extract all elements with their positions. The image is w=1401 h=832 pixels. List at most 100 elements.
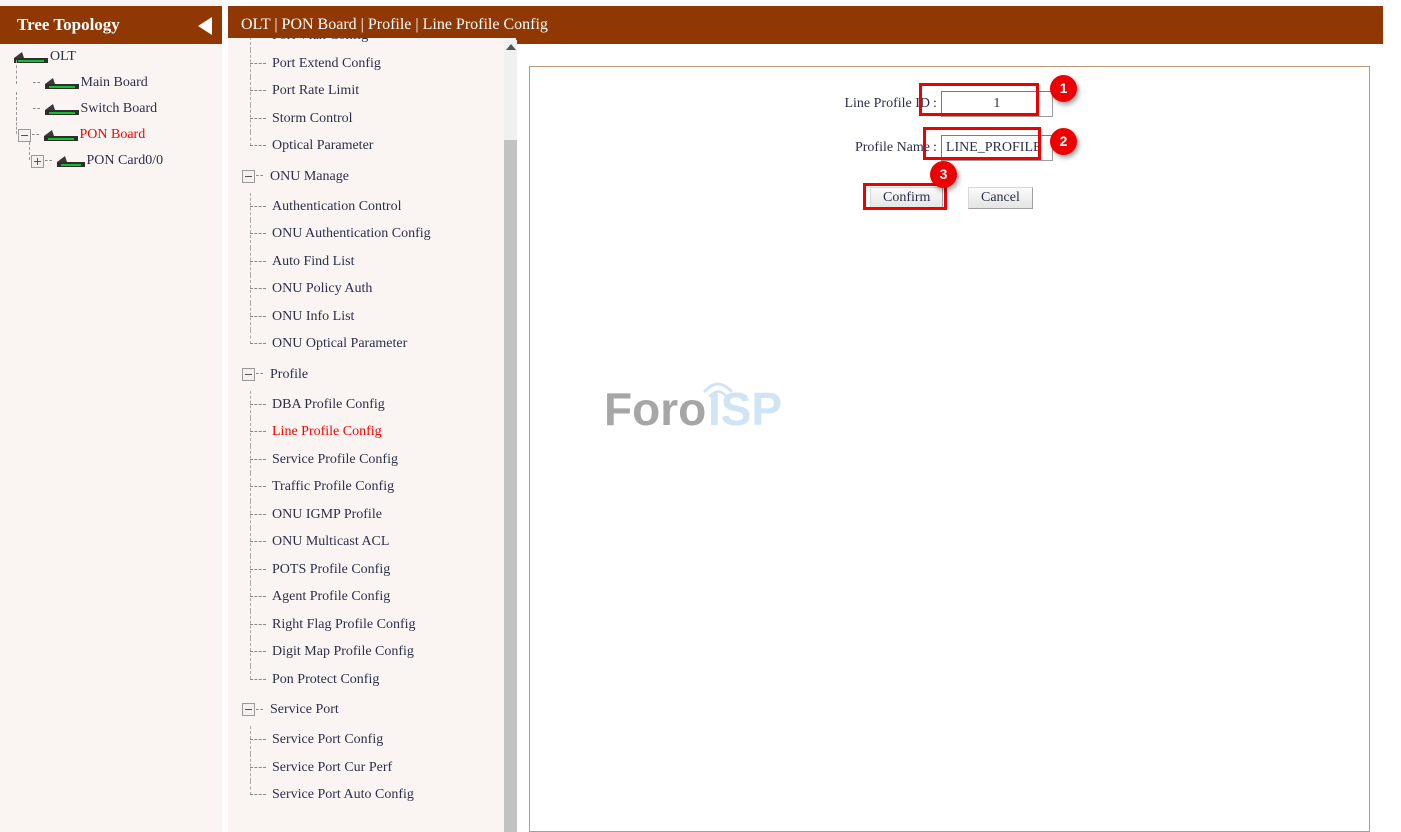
nav-item-label: Auto Find List — [272, 253, 355, 269]
nav-connector — [250, 541, 266, 542]
nav-item-label: Port Rate Limit — [272, 83, 360, 98]
nav-item-pots-profile-config[interactable]: POTS Profile Config — [228, 555, 496, 584]
nav-item-service-port-cur-perf[interactable]: Service Port Cur Perf — [228, 753, 496, 782]
label-colon: : — [933, 96, 937, 111]
tree-toggle-minus-icon[interactable] — [18, 128, 31, 142]
nav-connector — [250, 431, 266, 432]
nav-connector — [250, 623, 266, 625]
tree-topology-header: Tree Topology — [0, 6, 222, 44]
nav-item-agent-profile-config[interactable]: Agent Profile Config — [228, 583, 496, 611]
nav-connector — [250, 288, 266, 289]
nav-item-onu-igmp-profile[interactable]: ONU IGMP Profile — [228, 500, 496, 529]
nav-connector — [250, 596, 266, 597]
nav-item-storm-control[interactable]: Storm Control — [228, 104, 496, 133]
nav-item-port-rate-limit[interactable]: Port Rate Limit — [228, 77, 496, 105]
nav-group-label: Service Port — [270, 702, 339, 717]
nav-item-right-flag-profile-config[interactable]: Right Flag Profile Config — [228, 610, 496, 639]
nav-item-onu-info-list[interactable]: ONU Info List — [228, 302, 496, 331]
nav-item-label: Port Vlan Config — [272, 38, 368, 43]
nav-item-auto-find-list[interactable]: Auto Find List — [228, 247, 496, 276]
nav-item-label: ONU Optical Parameter — [272, 336, 408, 351]
tree-connector — [16, 92, 17, 120]
nav-item-onu-multicast-acl[interactable]: ONU Multicast ACL — [228, 528, 496, 556]
nav-group-profile[interactable]: Profile — [228, 358, 496, 391]
triangle-left-icon[interactable] — [198, 17, 212, 35]
navigation-scrollbar[interactable] — [504, 40, 517, 832]
nav-item-onu-optical-parameter[interactable]: ONU Optical Parameter — [228, 330, 496, 358]
nav-connector — [250, 403, 266, 405]
nav-group-onu-manage[interactable]: ONU Manage — [228, 160, 496, 193]
nav-item-label: DBA Profile Config — [272, 396, 385, 412]
nav-item-service-port-config[interactable]: Service Port Config — [228, 726, 496, 754]
nav-group-label: Profile — [270, 366, 309, 382]
nav-item-label: Service Profile Config — [272, 451, 398, 467]
tree-node-pon-card-0-0[interactable]: PON Card0/0 — [0, 142, 222, 174]
nav-item-label: ONU Authentication Config — [272, 226, 431, 241]
nav-connector — [250, 315, 266, 317]
tree-connector — [16, 118, 17, 134]
confirm-button[interactable]: Confirm — [870, 187, 944, 209]
nav-connector — [250, 651, 266, 652]
nav-item-label: Pon Protect Config — [272, 671, 380, 687]
nav-item-label: ONU Multicast ACL — [272, 534, 390, 549]
nav-connector — [250, 513, 266, 515]
tree-node-label: PON Card0/0 — [86, 153, 164, 168]
nav-item-service-port-auto-config[interactable]: Service Port Auto Config — [228, 781, 496, 809]
watermark-text-right: ISP — [708, 383, 782, 435]
nav-toggle-minus-icon[interactable] — [242, 703, 255, 717]
cancel-button[interactable]: Cancel — [968, 187, 1033, 209]
nav-item-optical-parameter[interactable]: Optical Parameter — [228, 132, 496, 160]
nav-connector — [250, 205, 266, 207]
breadcrumb: OLT | PON Board | Profile | Line Profile… — [241, 16, 548, 33]
nav-item-label: Digit Map Profile Config — [272, 644, 414, 659]
nav-connector — [256, 373, 263, 375]
navigation-menu-panel: Port Vlan Config Port Extend Config Port R… — [228, 38, 516, 832]
nav-toggle-minus-icon[interactable] — [242, 367, 255, 381]
nav-item-label: Service Port Config — [272, 732, 384, 747]
tree-connector — [29, 142, 30, 160]
foroisp-watermark: Foro ISP — [604, 382, 782, 435]
nav-toggle-minus-icon[interactable] — [242, 169, 255, 183]
nav-item-traffic-profile-config[interactable]: Traffic Profile Config — [228, 473, 496, 501]
tree-topology-panel: Tree Topology OLT Main Board Switch Boar… — [0, 0, 222, 832]
nav-connector — [250, 117, 266, 119]
navigation-menu-list: Port Vlan Config Port Extend Config Port R… — [228, 38, 496, 809]
profile-name-label: Profile Name — [854, 140, 930, 155]
tree-node-switch-board[interactable]: Switch Board — [0, 92, 222, 122]
tree-node-label: OLT — [50, 49, 76, 64]
nav-item-port-vlan-config[interactable]: Port Vlan Config — [228, 38, 496, 50]
profile-name-input[interactable] — [940, 135, 1053, 161]
nav-item-dba-profile-config[interactable]: DBA Profile Config — [228, 390, 496, 419]
nav-item-authentication-control[interactable]: Authentication Control — [228, 192, 496, 221]
device-board-icon — [44, 77, 79, 89]
tree-toggle-plus-icon[interactable] — [31, 154, 44, 168]
nav-item-line-profile-config[interactable]: Line Profile Config — [228, 418, 496, 446]
tree-connector — [32, 134, 39, 136]
nav-group-label: ONU Manage — [270, 168, 349, 184]
nav-item-onu-policy-auth[interactable]: ONU Policy Auth — [228, 275, 496, 303]
nav-connector — [250, 678, 266, 680]
tree-node-pon-board[interactable]: PON Board — [0, 118, 222, 148]
nav-item-port-extend-config[interactable]: Port Extend Config — [228, 49, 496, 78]
tree-node-main-board[interactable]: Main Board — [0, 60, 222, 96]
nav-connector — [250, 458, 266, 460]
nav-item-pon-protect-config[interactable]: Pon Protect Config — [228, 665, 496, 694]
nav-group-service-port[interactable]: Service Port — [228, 693, 496, 726]
nav-connector — [250, 145, 266, 146]
watermark-text-left: Foro — [604, 383, 706, 435]
line-profile-id-input[interactable] — [940, 91, 1053, 117]
navigation-scrollbar-thumb[interactable] — [504, 140, 517, 832]
nav-item-label: Authentication Control — [272, 198, 402, 214]
nav-item-onu-authentication-config[interactable]: ONU Authentication Config — [228, 220, 496, 248]
tree-node-olt[interactable]: OLT — [0, 44, 222, 70]
nav-item-label: Port Extend Config — [272, 55, 381, 71]
nav-item-digit-map-profile-config[interactable]: Digit Map Profile Config — [228, 638, 496, 666]
nav-item-label: ONU Info List — [272, 308, 355, 324]
tree-connector — [33, 82, 40, 84]
wifi-signal-icon — [703, 382, 733, 398]
nav-item-label: Service Port Cur Perf — [272, 759, 393, 775]
caret-up-icon[interactable] — [506, 44, 516, 50]
device-olt-icon — [14, 51, 48, 63]
nav-item-service-profile-config[interactable]: Service Profile Config — [228, 445, 496, 474]
device-card-icon — [56, 155, 85, 167]
